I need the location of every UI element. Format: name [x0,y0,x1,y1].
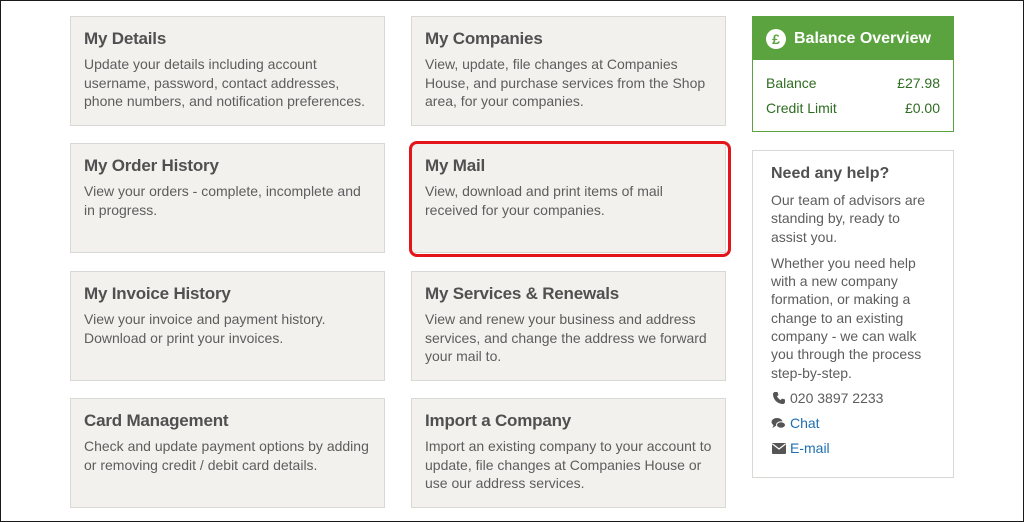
balance-row: Balance £27.98 [753,70,953,95]
help-title: Need any help? [771,165,890,182]
balance-overview-title: Balance Overview [794,29,931,47]
card-my-companies[interactable]: My Companies View, update, file changes … [411,16,726,126]
card-my-order-history[interactable]: My Order History View your orders - comp… [70,143,385,253]
help-detail-text: Whether you need help with a new company… [771,254,922,381]
pound-icon: £ [766,28,786,49]
credit-limit-row: Credit Limit £0.00 [753,95,953,120]
card-my-services-renewals[interactable]: My Services & Renewals View and renew yo… [411,271,726,381]
envelope-icon [771,441,786,455]
card-title: My Services & Renewals [425,284,620,303]
credit-limit-label: Credit Limit [766,99,837,116]
card-title: My Details [84,29,167,48]
card-my-details[interactable]: My Details Update your details including… [70,16,385,126]
card-title: Import a Company [425,411,572,430]
card-my-invoice-history[interactable]: My Invoice History View your invoice and… [70,271,385,381]
phone-number: 020 3897 2233 [790,390,884,407]
help-chat[interactable]: Chat [771,415,935,432]
balance-overview-header: £ Balance Overview [753,17,953,60]
highlight-outline [409,141,731,257]
card-title: My Order History [84,156,219,175]
help-panel: Need any help? Our team of advisors are … [752,150,954,478]
email-link[interactable]: E-mail [790,440,830,456]
card-description: View, update, file changes at Companies … [425,56,706,109]
card-description: View your invoice and payment history. D… [84,311,326,346]
card-description: Check and update payment options by addi… [84,438,369,473]
card-description: View and renew your business and address… [425,311,707,364]
chat-icon [771,416,786,430]
balance-value: £27.98 [897,74,940,91]
help-phone: 020 3897 2233 [771,390,935,407]
help-email[interactable]: E-mail [771,440,935,457]
card-title: My Invoice History [84,284,231,303]
card-title: Card Management [84,411,229,430]
chat-link[interactable]: Chat [790,415,820,431]
help-intro-text: Our team of advisors are standing by, re… [771,192,926,245]
card-title: My Companies [425,29,543,48]
phone-icon [771,391,786,405]
credit-limit-value: £0.00 [904,99,940,116]
card-import-a-company[interactable]: Import a Company Import an existing comp… [411,398,726,508]
balance-label: Balance [766,74,817,91]
card-card-management[interactable]: Card Management Check and update payment… [70,398,385,508]
card-description: View your orders - complete, incomplete … [84,183,361,218]
card-description: Import an existing company to your accou… [425,438,712,491]
card-description: Update your details including account us… [84,56,365,109]
balance-overview-panel: £ Balance Overview Balance £27.98 Credit… [752,16,954,132]
